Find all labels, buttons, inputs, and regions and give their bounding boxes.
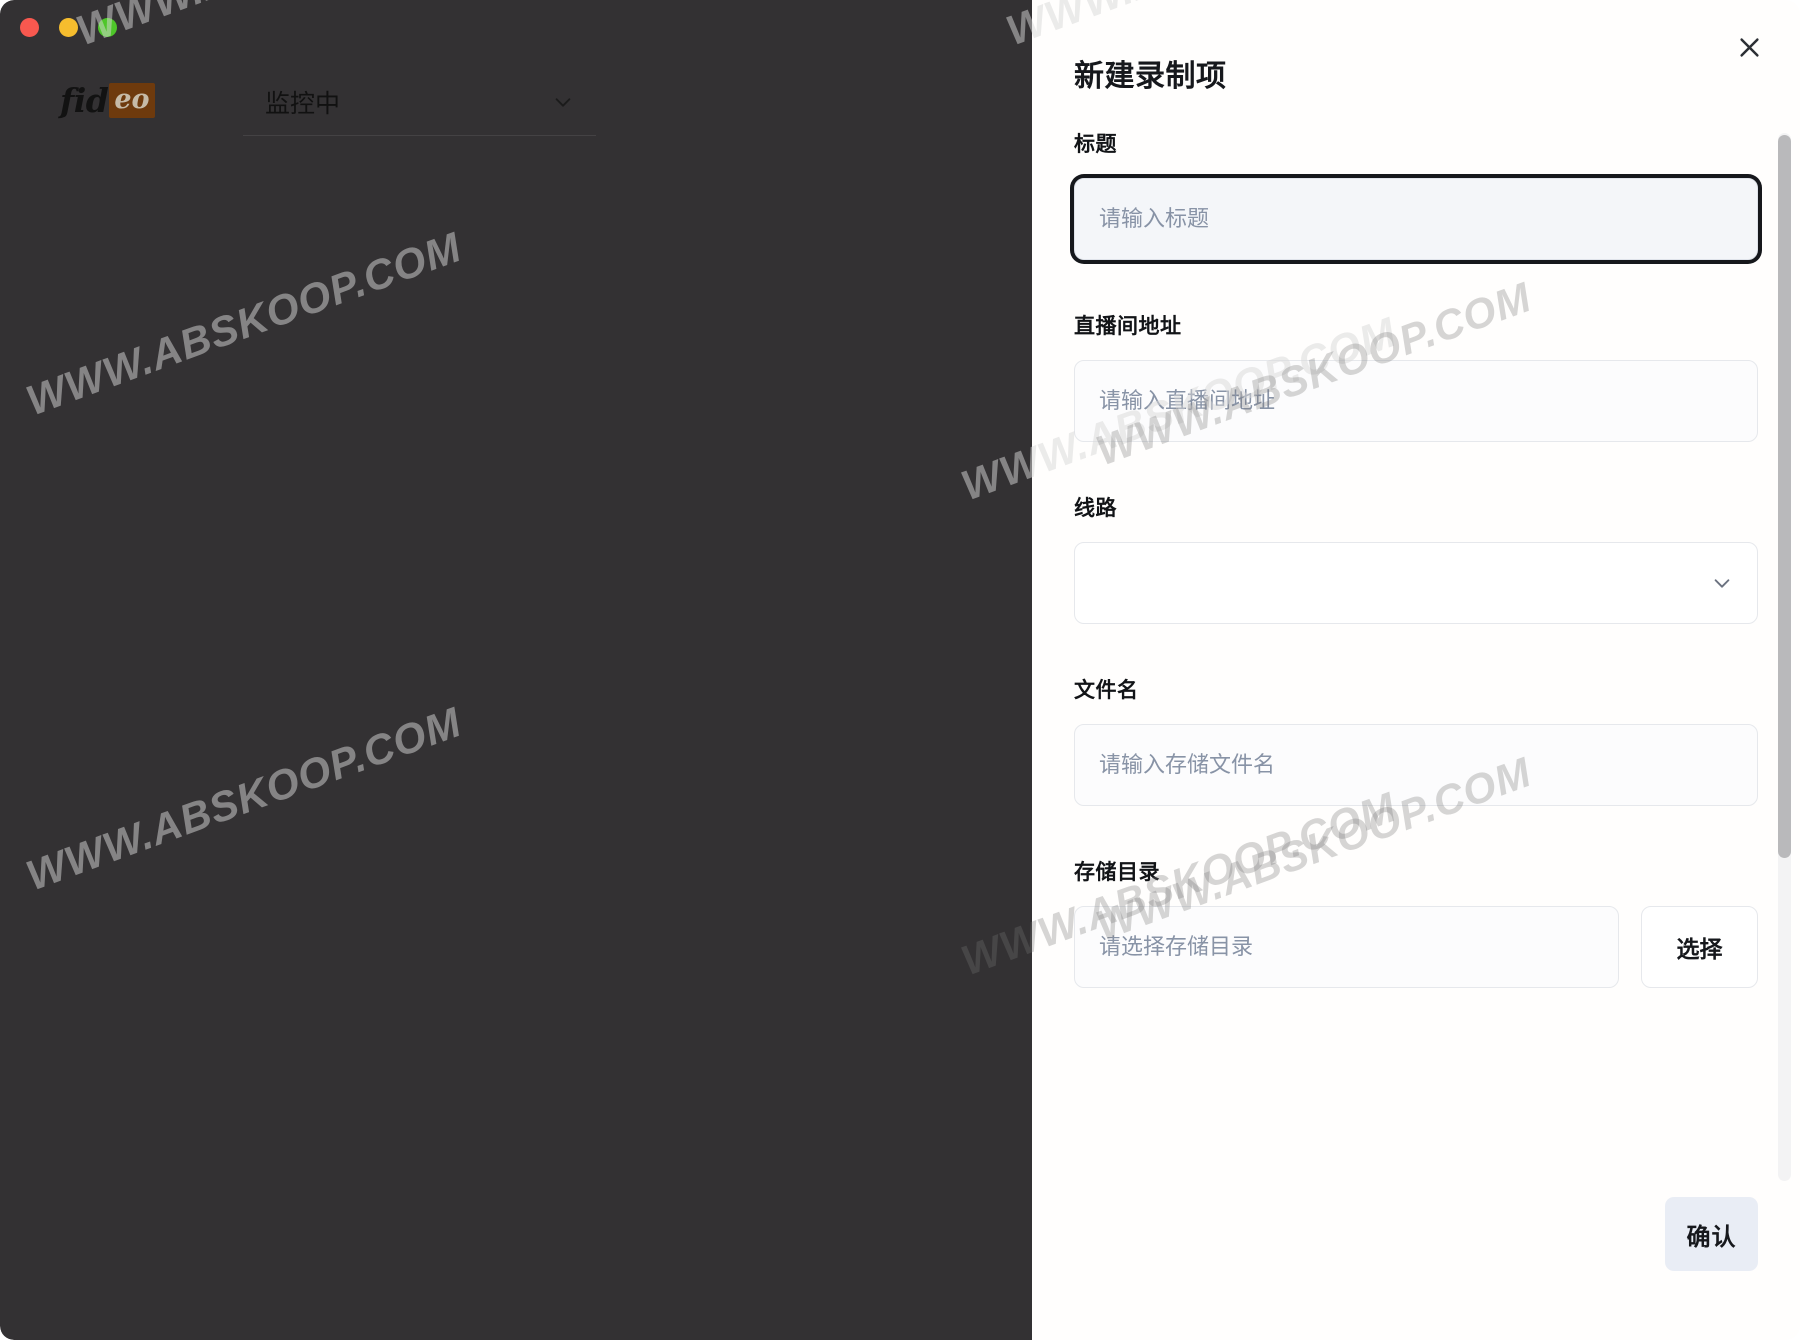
field-route: 线路 [1074,492,1758,624]
dialog-scrollbar[interactable] [1778,133,1791,1181]
filename-input[interactable] [1074,724,1758,806]
stream-url-input[interactable] [1074,360,1758,442]
window-close-button[interactable] [20,18,39,37]
app-toolbar: fid eo 监控中 [0,62,1032,146]
dialog-scrollbar-thumb[interactable] [1778,135,1791,858]
new-recording-dialog: 新建录制项 标题 直播间地址 线路 [1032,0,1800,1340]
brand-logo: fid eo [60,76,155,124]
dialog-title: 新建录制项 [1074,60,1227,93]
window-minimize-button[interactable] [59,18,78,37]
chevron-down-icon [1711,572,1733,594]
app-window: fid eo 监控中 新建录制项 标题 直播间地址 [0,0,1800,1340]
field-stream-url: 直播间地址 [1074,310,1758,442]
field-storage-dir: 存储目录 选择 [1074,856,1758,988]
field-filename-label: 文件名 [1074,679,1139,702]
storage-dir-input[interactable] [1074,906,1619,988]
choose-directory-button[interactable]: 选择 [1641,906,1758,988]
brand-logo-badge: eo [109,82,155,118]
window-traffic-lights [20,18,117,37]
storage-dir-row: 选择 [1074,906,1758,988]
field-route-label: 线路 [1074,497,1117,520]
chevron-down-icon [552,91,574,113]
confirm-button[interactable]: 确认 [1665,1197,1758,1271]
field-title-label: 标题 [1074,133,1117,156]
route-select[interactable] [1074,542,1758,624]
brand-logo-text-primary: fid [60,80,109,120]
dialog-footer: 确认 [1032,1182,1800,1340]
field-filename: 文件名 [1074,674,1758,806]
field-storage-dir-label: 存储目录 [1074,861,1160,884]
close-icon[interactable] [1728,26,1770,68]
app-dark-background [0,0,1032,1340]
field-title: 标题 [1074,128,1758,260]
title-input[interactable] [1074,178,1758,260]
field-stream-url-label: 直播间地址 [1074,315,1182,338]
dialog-form-body: 标题 直播间地址 线路 文件名 [1032,128,1800,1183]
window-zoom-button[interactable] [98,18,117,37]
brand-logo-text-secondary: eo [114,83,150,115]
status-filter-value: 监控中 [265,90,341,118]
status-filter-select[interactable]: 监控中 [243,69,596,136]
